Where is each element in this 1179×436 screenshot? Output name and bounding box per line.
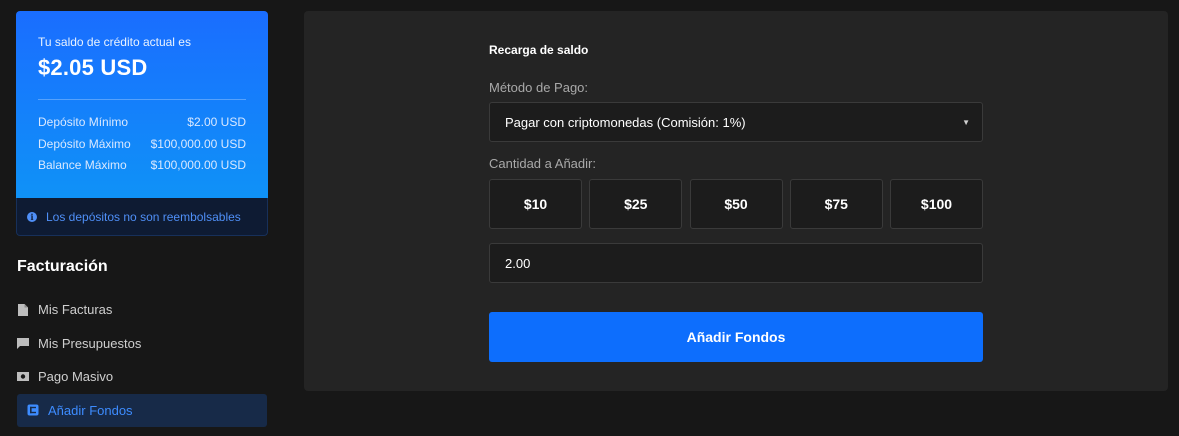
limit-row-max-balance: Balance Máximo $100,000.00 USD xyxy=(38,155,246,177)
balance-divider xyxy=(38,99,246,100)
add-funds-icon xyxy=(27,404,39,416)
sidebar-item-mass-payment[interactable]: Pago Masivo xyxy=(17,360,267,393)
limit-value: $100,000.00 USD xyxy=(150,136,246,151)
amount-input[interactable]: 2.00 xyxy=(489,243,983,283)
add-funds-button[interactable]: Añadir Fondos xyxy=(489,312,983,362)
amount-label: Cantidad a Añadir: xyxy=(489,156,596,171)
billing-heading: Facturación xyxy=(17,258,108,275)
limit-label: Balance Máximo xyxy=(38,158,127,172)
sidebar-item-label: Mis Facturas xyxy=(38,302,113,317)
balance-caption: Tu saldo de crédito actual es xyxy=(38,35,191,49)
payment-method-select[interactable]: Pagar con criptomonedas (Comisión: 1%) ▼ xyxy=(489,102,983,142)
sidebar-item-label: Mis Presupuestos xyxy=(38,335,142,351)
sidebar-item-add-funds[interactable]: Añadir Fondos xyxy=(17,393,267,427)
refund-notice-text: Los depósitos no son reembolsables xyxy=(46,209,241,224)
caret-down-icon: ▼ xyxy=(962,117,970,127)
refund-notice: i Los depósitos no son reembolsables xyxy=(16,198,268,236)
sidebar-item-quotes[interactable]: Mis Presupuestos xyxy=(17,327,267,360)
sidebar-item-label: Pago Masivo xyxy=(38,369,114,384)
limit-row-max-deposit: Depósito Máximo $100,000.00 USD xyxy=(38,134,246,156)
preset-amounts: $10 $25 $50 $75 $100 xyxy=(489,179,983,229)
preset-button-10[interactable]: $10 xyxy=(489,179,582,229)
payment-method-value: Pagar con criptomonedas (Comisión: 1%) xyxy=(505,114,746,130)
preset-button-50[interactable]: $50 xyxy=(689,179,783,229)
limit-row-min-deposit: Depósito Mínimo $2.00 USD xyxy=(38,112,246,134)
sidebar-item-invoices[interactable]: Mis Facturas xyxy=(17,293,267,326)
preset-button-75[interactable]: $75 xyxy=(789,179,883,229)
balance-amount: $2.05 USD xyxy=(38,55,148,80)
money-icon xyxy=(17,371,29,383)
preset-button-25[interactable]: $25 xyxy=(589,179,683,229)
sidebar-item-label: Añadir Fondos xyxy=(48,402,133,418)
limit-label: Depósito Mínimo xyxy=(38,115,129,129)
info-icon: i xyxy=(27,211,37,222)
billing-nav: Mis Facturas Mis Presupuestos Pago Masiv… xyxy=(17,293,267,427)
form-title: Recarga de saldo xyxy=(489,43,589,57)
preset-button-100[interactable]: $100 xyxy=(890,179,983,229)
add-funds-panel: Recarga de saldo Método de Pago: Pagar c… xyxy=(304,11,1168,391)
document-icon xyxy=(17,303,29,316)
limit-value: $2.00 USD xyxy=(187,115,246,129)
payment-method-label: Método de Pago: xyxy=(489,80,589,95)
balance-card: Tu saldo de crédito actual es $2.05 USD … xyxy=(16,11,268,198)
comment-icon xyxy=(17,337,29,349)
limit-label: Depósito Máximo xyxy=(38,136,131,151)
limit-value: $100,000.00 USD xyxy=(150,158,246,172)
